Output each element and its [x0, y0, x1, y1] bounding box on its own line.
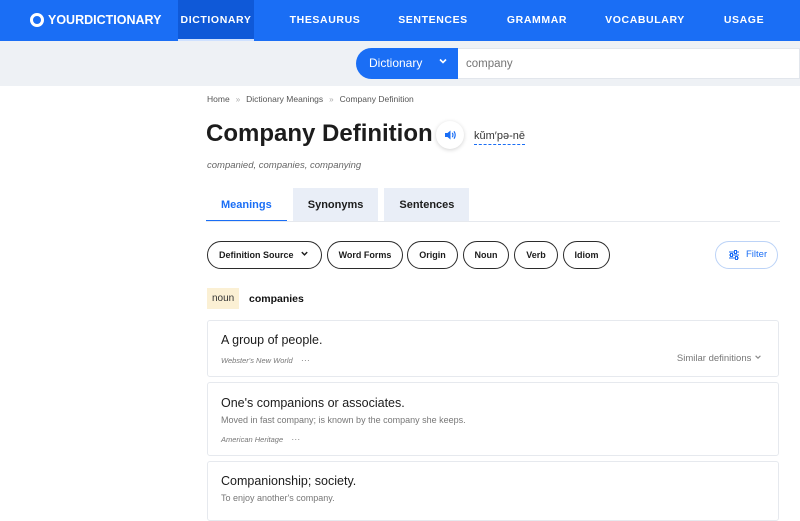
definition-source-label: Definition Source [219, 250, 294, 260]
tab-meanings[interactable]: Meanings [206, 188, 287, 222]
logo-text: YOURDICTIONARY [48, 13, 162, 27]
definition-source-dropdown[interactable]: Definition Source [207, 241, 322, 269]
similar-definitions-toggle[interactable]: Similar definitions [677, 353, 762, 364]
definition-card: A group of people. Webster's New World ·… [207, 320, 779, 377]
chip-origin[interactable]: Origin [407, 241, 458, 269]
tab-synonyms[interactable]: Synonyms [292, 188, 379, 222]
dictionary-dropdown[interactable]: Dictionary [356, 48, 458, 79]
word-forms: companied, companies, companying [207, 160, 362, 171]
nav-dictionary[interactable]: DICTIONARY [178, 0, 254, 41]
nav-vocabulary[interactable]: VOCABULARY [602, 0, 688, 41]
speaker-icon[interactable] [436, 121, 464, 149]
breadcrumb: Home » Dictionary Meanings » Company Def… [207, 94, 414, 104]
definition-example: To enjoy another's company. [221, 493, 335, 503]
tab-sentences[interactable]: Sentences [384, 188, 470, 222]
definition-text: A group of people. [221, 333, 323, 347]
nav-grammar[interactable]: GRAMMAR [500, 0, 574, 41]
top-navigation: YOURDICTIONARY DICTIONARY THESAURUS SENT… [0, 0, 800, 41]
chip-verb[interactable]: Verb [514, 241, 558, 269]
pronunciation[interactable]: kŭm′pə-nē [474, 130, 525, 145]
tab-bar: Meanings Synonyms Sentences [206, 188, 470, 222]
chip-noun[interactable]: Noun [463, 241, 509, 269]
logo[interactable]: YOURDICTIONARY [30, 13, 161, 27]
chip-idiom[interactable]: Idiom [563, 241, 610, 269]
definition-card: One's companions or associates. Moved in… [207, 382, 779, 456]
filter-button[interactable]: Filter [715, 241, 778, 269]
definition-source: American Heritage ··· [221, 434, 300, 444]
chevron-down-icon [438, 48, 448, 79]
definition-text: One's companions or associates. [221, 396, 405, 410]
breadcrumb-dictionary-meanings[interactable]: Dictionary Meanings [246, 94, 323, 104]
definition-text: Companionship; society. [221, 474, 357, 488]
breadcrumb-current: Company Definition [339, 94, 414, 104]
nav-usage[interactable]: USAGE [717, 0, 771, 41]
more-options-icon[interactable]: ··· [291, 434, 300, 444]
similar-definitions-label: Similar definitions [676, 353, 752, 364]
definition-source-name: Webster's New World [221, 356, 293, 365]
definition-source-name: American Heritage [221, 435, 284, 444]
definition-example: Moved in fast company; is known by the c… [221, 415, 466, 425]
breadcrumb-separator-icon: » [235, 94, 241, 104]
sliders-icon [729, 250, 739, 260]
breadcrumb-separator-icon: » [329, 94, 334, 104]
nav-sentences[interactable]: SENTENCES [394, 0, 472, 41]
part-of-speech-tag: noun [207, 288, 240, 309]
tab-divider [206, 221, 780, 222]
chevron-down-icon [300, 242, 309, 268]
dictionary-dropdown-label: Dictionary [369, 56, 423, 70]
more-options-icon[interactable]: ··· [301, 355, 310, 365]
filter-label: Filter [746, 249, 768, 260]
search-input[interactable] [458, 48, 800, 79]
chevron-down-icon [755, 355, 761, 359]
logo-ring-icon [30, 13, 44, 27]
breadcrumb-home[interactable]: Home [207, 94, 230, 104]
definition-source: Webster's New World ··· [221, 355, 310, 365]
part-of-speech-word: companies [249, 293, 304, 305]
page-title: Company Definition [206, 120, 433, 147]
nav-thesaurus[interactable]: THESAURUS [286, 0, 364, 41]
definition-card: Companionship; society. To enjoy another… [207, 461, 779, 521]
chip-word-forms[interactable]: Word Forms [327, 241, 403, 269]
